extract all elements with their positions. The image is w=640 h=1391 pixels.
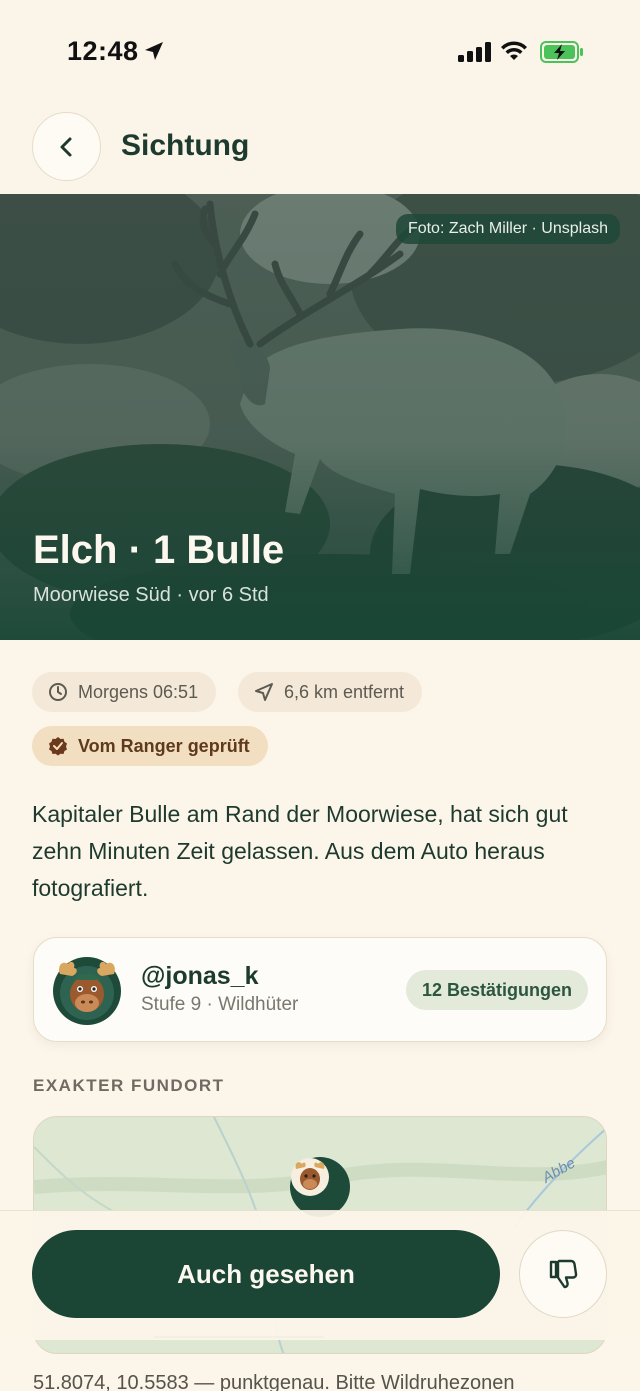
location-arrow-icon — [145, 42, 163, 60]
time-chip: Morgens 06:51 — [32, 672, 217, 712]
sighting-description: Kapitaler Bulle am Rand der Moorwiese, h… — [32, 801, 568, 901]
action-bar: Auch gesehen — [0, 1210, 640, 1340]
also-seen-button[interactable]: Auch gesehen — [32, 1230, 500, 1318]
battery-charging-icon — [540, 41, 583, 63]
distance-chip: 6,6 km entfernt — [238, 672, 423, 712]
avatar — [53, 957, 121, 1025]
thumbs-down-icon — [549, 1259, 578, 1289]
verified-badge-icon — [49, 737, 67, 756]
wifi-icon — [501, 41, 527, 60]
nav-header: Sichtung — [0, 98, 640, 194]
dislike-button[interactable] — [519, 1230, 607, 1318]
coordinates-text: 51.8074, 10.5583 — punktgenau. Bitte Wil… — [33, 1372, 515, 1391]
sighting-title: Elch · 1 Bulle — [33, 528, 285, 572]
clock-icon — [49, 683, 67, 701]
user-card[interactable]: @jonas_k Stufe 9 · Wildhüter 12 Bestätig… — [33, 937, 607, 1042]
user-level: Stufe 9 · Wildhüter — [141, 994, 299, 1015]
confirmations-badge: 12 Bestätigungen — [405, 970, 588, 1010]
ranger-badge-label: Vom Ranger geprüft — [78, 735, 250, 756]
moose-pin-icon — [291, 1158, 329, 1196]
sighting-subtitle: Moorwiese Süd · vor 6 Std — [33, 584, 269, 606]
map-pin[interactable] — [290, 1157, 350, 1217]
back-button[interactable] — [32, 112, 101, 181]
user-handle[interactable]: @jonas_k — [141, 962, 258, 991]
chevron-left-icon — [60, 137, 71, 156]
status-time: 12:48 — [67, 36, 139, 66]
page-title: Sichtung — [121, 129, 250, 162]
status-bar: 12:48 — [0, 0, 640, 98]
cellular-signal-icon — [458, 42, 491, 62]
photo-credit[interactable]: Foto: Zach Miller · Unsplash — [395, 214, 620, 244]
navigation-arrow-icon — [255, 683, 273, 701]
section-label-location: EXAKTER FUNDORT — [33, 1076, 225, 1095]
distance-chip-label: 6,6 km entfernt — [284, 681, 405, 702]
ranger-verified-badge: Vom Ranger geprüft — [32, 726, 268, 766]
hero-photo: Foto: Zach Miller · Unsplash — [0, 194, 640, 640]
time-chip-label: Morgens 06:51 — [78, 681, 199, 702]
hero-gradient — [0, 194, 640, 640]
